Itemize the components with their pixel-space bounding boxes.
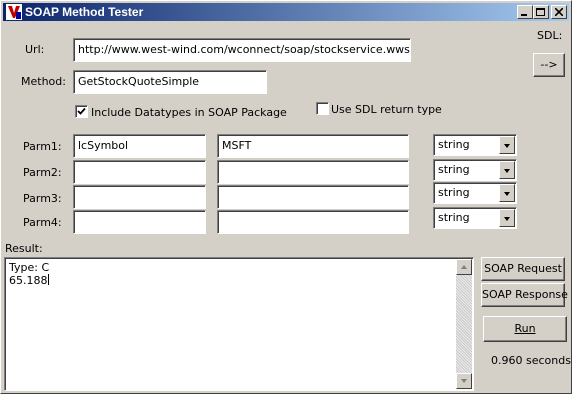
soap-request-button[interactable]: SOAP Request [481,257,565,281]
result-vertical-scrollbar[interactable] [456,259,472,389]
include-datatypes-label[interactable]: Include Datatypes in SOAP Package [91,106,287,119]
param-4-value-input[interactable] [217,210,409,234]
checkmark-icon [77,107,86,115]
title-bar[interactable]: SOAP Method Tester [3,3,569,21]
chevron-down-icon [504,144,510,148]
soap-response-button[interactable]: SOAP Response [481,283,568,307]
param-4-name-input[interactable] [73,210,206,234]
window-title: SOAP Method Tester [25,5,144,19]
chevron-down-icon [461,379,467,383]
close-button[interactable] [551,5,567,19]
sdl-label: SDL: [537,29,563,42]
param-3-value-input[interactable] [217,185,409,209]
sdl-go-button[interactable]: --> [533,53,565,77]
soap-method-tester-window: SOAP Method Tester Url: http://www.west-… [0,0,572,394]
include-datatypes-checkbox[interactable] [75,105,88,118]
text-caret [47,274,49,285]
param-1-value-input[interactable]: MSFT [217,134,409,158]
param-1-name-input[interactable]: lcSymbol [73,134,206,158]
param-1-type-value: string [438,138,470,151]
param-2-name-input[interactable] [73,160,206,184]
method-label: Method: [21,75,66,88]
param-1-label: Parm1: [23,140,62,153]
elapsed-time: 0.960 seconds [491,354,571,367]
use-sdl-return-type-checkbox[interactable] [316,102,329,115]
chevron-down-icon [504,169,510,173]
fox-app-icon [6,4,22,20]
url-input[interactable]: http://www.west-wind.com/wconnect/soap/s… [73,38,411,62]
scroll-down-button[interactable] [456,373,472,389]
url-label: Url: [25,43,45,56]
param-2-label: Parm2: [23,166,62,179]
param-1-type-select[interactable]: string [433,134,517,156]
param-2-type-value: string [438,163,470,176]
param-1-type-dropdown-button[interactable] [499,136,515,154]
param-3-type-select[interactable]: string [433,182,517,204]
param-3-label: Parm3: [23,192,62,205]
result-line-type: Type: C [9,261,50,274]
param-2-value-input[interactable] [217,160,409,184]
param-3-type-dropdown-button[interactable] [499,184,515,202]
param-4-type-value: string [438,211,470,224]
param-2-type-dropdown-button[interactable] [499,161,515,179]
chevron-down-icon [504,217,510,221]
use-sdl-return-type-label[interactable]: Use SDL return type [331,103,442,116]
run-button[interactable]: Run [483,316,567,342]
param-4-label: Parm4: [23,216,62,229]
param-3-name-input[interactable] [73,185,206,209]
chevron-up-icon [461,265,467,269]
minimize-button[interactable] [517,5,533,19]
param-4-type-select[interactable]: string [433,207,517,229]
param-4-type-dropdown-button[interactable] [499,209,515,227]
close-icon [555,8,563,16]
param-3-type-value: string [438,186,470,199]
result-label: Result: [5,242,43,255]
minimize-icon [521,14,527,16]
param-2-type-select[interactable]: string [433,159,517,181]
result-line-value: 65.188 [9,274,49,287]
maximize-button[interactable] [533,5,549,19]
result-value-text: 65.188 [9,274,48,287]
result-textarea[interactable]: Type: C 65.188 [4,257,474,391]
chevron-down-icon [504,192,510,196]
maximize-icon [536,8,545,16]
scroll-up-button[interactable] [456,259,472,275]
method-input[interactable]: GetStockQuoteSimple [73,70,267,94]
